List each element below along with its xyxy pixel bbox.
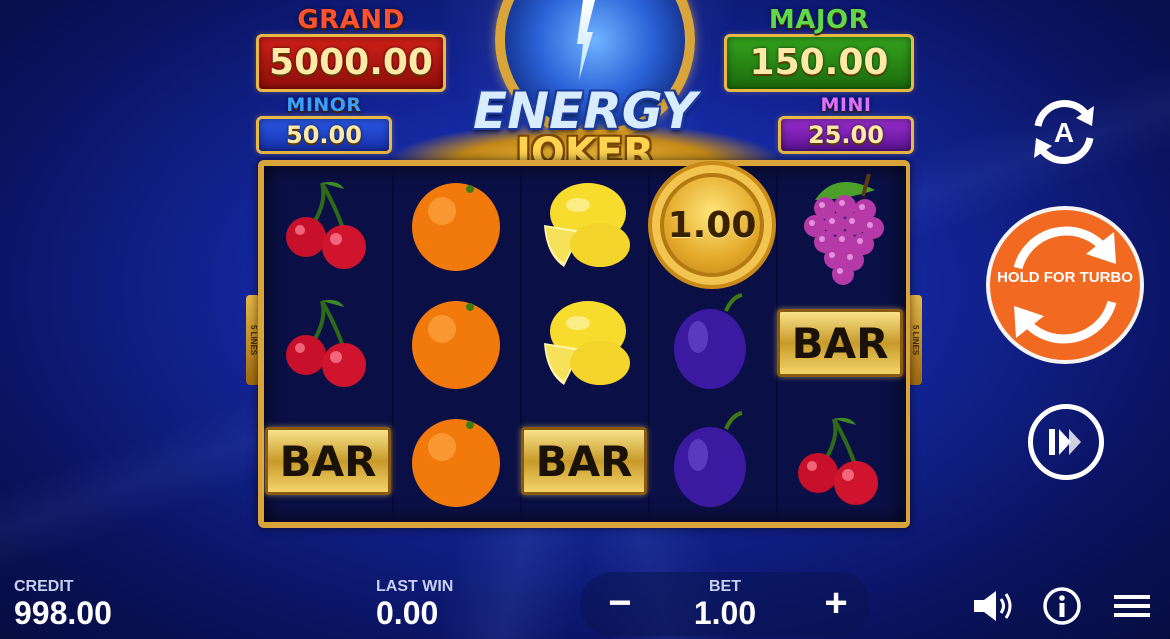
lemon-icon — [544, 301, 630, 385]
orange-icon — [412, 301, 500, 389]
speaker-icon — [974, 591, 1012, 621]
spin-button[interactable]: HOLD FOR TURBO — [986, 206, 1144, 364]
jackpot-grand-label: GRAND — [297, 5, 405, 35]
grapes-icon — [804, 173, 884, 285]
bar-symbol: BAR — [776, 284, 904, 402]
last-win-display: LAST WIN 0.00 — [376, 578, 453, 630]
jackpot-minor-label: MINOR — [286, 94, 362, 116]
cherry-symbol — [264, 166, 392, 284]
orange-icon — [412, 419, 500, 507]
reel-grid: BAR BAR 1.00 BAR — [258, 160, 910, 528]
reel-column: BAR — [776, 166, 906, 522]
orange-icon — [412, 183, 500, 271]
info-icon — [1043, 587, 1081, 625]
plum-icon — [674, 293, 746, 389]
reel-column: BAR — [520, 166, 650, 522]
bar-symbol-label: BAR — [265, 427, 391, 495]
jackpot-minor-value: 50.00 — [256, 116, 392, 154]
plum-symbol — [648, 402, 776, 520]
credit-value: 998.00 — [14, 595, 112, 631]
credit-label: CREDIT — [14, 578, 74, 595]
bet-panel: − BET 1.00 + — [580, 572, 870, 636]
bet-label: BET — [709, 578, 741, 595]
bar-symbol: BAR — [264, 402, 392, 520]
jackpot-grand-value: 5000.00 — [256, 34, 446, 92]
jackpot-major: MAJOR 150.00 — [724, 6, 914, 92]
lemon-icon — [544, 183, 630, 267]
jackpot-mini: MINI 25.00 — [778, 94, 914, 154]
plum-symbol — [648, 284, 776, 402]
jackpot-mini-value: 25.00 — [778, 116, 914, 154]
lemon-symbol — [520, 166, 648, 284]
reel-column: BAR — [264, 166, 394, 522]
bet-value: 1.00 — [693, 595, 757, 631]
reel-column — [392, 166, 522, 522]
paylines-tab-right: 5 LINES — [908, 295, 922, 385]
lemon-symbol — [520, 284, 648, 402]
cherry-symbol — [776, 402, 904, 520]
info-button[interactable] — [1040, 586, 1084, 626]
bet-increase-button[interactable]: + — [810, 578, 862, 630]
bet-decrease-button[interactable]: − — [594, 578, 646, 630]
svg-text:A: A — [1054, 117, 1074, 148]
last-win-value: 0.00 — [376, 595, 439, 631]
jackpot-minor: MINOR 50.00 — [256, 94, 392, 154]
coin-symbol-value: 1.00 — [648, 161, 776, 289]
cherry-icon — [286, 181, 366, 269]
turbo-button[interactable] — [1028, 404, 1104, 480]
orange-symbol — [392, 284, 520, 402]
fast-forward-icon — [1049, 429, 1081, 455]
game-logo: ENERGY JOKER — [385, 0, 785, 176]
credit-display: CREDIT 998.00 — [14, 578, 112, 630]
orange-symbol — [392, 402, 520, 520]
bet-display: BET 1.00 — [670, 578, 780, 630]
bar-symbol: BAR — [520, 402, 648, 520]
grapes-symbol — [776, 166, 904, 285]
spin-button-label: HOLD FOR TURBO — [997, 269, 1133, 286]
autoplay-button[interactable]: A — [1024, 92, 1104, 172]
coin-symbol: 1.00 — [648, 161, 776, 289]
hamburger-menu-icon — [1114, 595, 1150, 617]
cherry-icon — [286, 299, 366, 387]
jackpot-grand: GRAND 5000.00 — [256, 6, 446, 92]
menu-button[interactable] — [1110, 586, 1154, 626]
bar-symbol-label: BAR — [521, 427, 647, 495]
plum-icon — [674, 411, 746, 507]
cherry-symbol — [264, 284, 392, 402]
jackpot-mini-label: MINI — [820, 94, 872, 116]
reel-column: 1.00 — [648, 161, 778, 522]
orange-symbol — [392, 166, 520, 284]
cherry-icon — [798, 417, 878, 505]
jackpot-major-label: MAJOR — [768, 5, 870, 35]
last-win-label: LAST WIN — [376, 578, 454, 595]
autoplay-icon: A — [1034, 100, 1094, 164]
sound-button[interactable] — [972, 586, 1016, 626]
bar-symbol-label: BAR — [777, 309, 903, 377]
jackpot-major-value: 150.00 — [724, 34, 914, 92]
